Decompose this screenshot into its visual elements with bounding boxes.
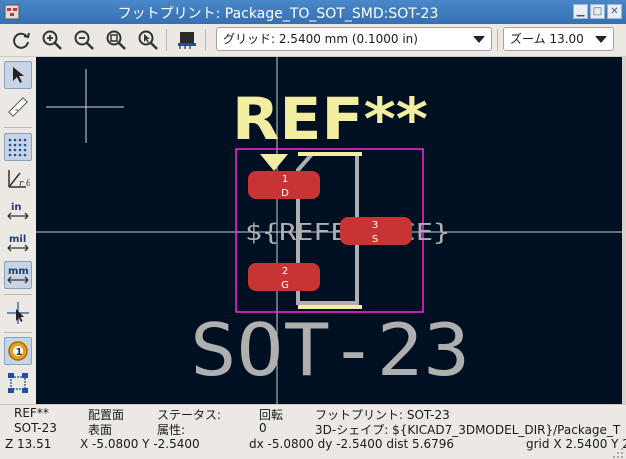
pad-3-net: S [372, 234, 378, 245]
zoom-select[interactable]: ズーム 13.00 [503, 27, 614, 51]
units-inch-icon: in [7, 202, 29, 220]
toolbar-separator [205, 29, 206, 51]
maximize-button[interactable]: □ [590, 4, 605, 19]
redraw-button[interactable] [8, 27, 34, 53]
grid-dots-icon [8, 138, 27, 157]
zoom-selection-button[interactable] [135, 27, 161, 53]
top-toolbar: グリッド: 2.5400 mm (0.1000 in) ズーム 13.00 [0, 24, 626, 57]
grid-toggle-button[interactable] [4, 133, 32, 161]
3d-viewer-icon [178, 32, 196, 49]
zoom-fit-icon [106, 30, 126, 50]
pcb-canvas[interactable]: REF** ${REFERENCE} 1 D 2 G 3 S SOT-23 [36, 57, 622, 404]
svg-text:mm: mm [8, 266, 29, 277]
shape3d-path: 3D-シェイプ: ${KICAD7_3DMODEL_DIR}/Package_T [315, 423, 621, 437]
zoom-selection-icon [138, 30, 158, 50]
svg-text:r θ: r θ [19, 179, 30, 189]
value-text[interactable]: SOT-23 [190, 308, 470, 392]
zoom-out-icon [74, 30, 94, 50]
grid-readout: grid X 2.5400 Y 2 [526, 437, 626, 451]
attributes-label: 属性: [157, 423, 186, 437]
footprint-ref: REF** [14, 406, 49, 420]
pad-sketch-button[interactable] [4, 369, 32, 397]
toolbar-separator [497, 29, 498, 51]
left-toolbar: r θ in mil mm [0, 57, 36, 404]
svg-text:mil: mil [9, 234, 26, 245]
redraw-icon [13, 32, 30, 49]
status-bar: REF** 配置面 ステータス: 回転 フットプリント: SOT-23 SOT-… [0, 404, 626, 459]
window-title: フットプリント: Package_TO_SOT_SMD:SOT-23 [117, 6, 439, 22]
canvas-right-edge [622, 57, 626, 404]
polar-coords-button[interactable]: r θ [4, 165, 32, 193]
pad-1-number: 1 [282, 174, 288, 185]
resize-grip-icon[interactable] [612, 447, 624, 459]
svg-text:in: in [11, 202, 22, 213]
footprint-value: SOT-23 [14, 421, 57, 435]
toolbar-separator [166, 29, 167, 51]
cursor-style-button[interactable] [4, 299, 32, 327]
select-arrow-icon [13, 67, 24, 83]
toolbar-separator [4, 294, 32, 295]
pin1-silkscreen-marker [260, 154, 288, 171]
ref-designator-text[interactable]: REF** [232, 85, 428, 153]
close-button[interactable]: ✕ [607, 4, 622, 19]
units-mm-icon: mm [7, 266, 29, 284]
rotation-value: 0 [259, 421, 267, 435]
cursor-crosshair-icon [7, 302, 29, 324]
pad-1-net: D [281, 188, 289, 199]
minimize-button[interactable]: ▁ [573, 4, 588, 19]
select-tool-button[interactable] [4, 61, 32, 89]
pad-numbers-button[interactable]: 1 [4, 337, 32, 365]
pad-2-net: G [281, 280, 289, 291]
pad-sketch-icon [8, 373, 28, 393]
pad-3-number: 3 [372, 220, 378, 231]
grid-select-value: グリッド: 2.5400 mm (0.1000 in) [223, 32, 418, 46]
zoom-fit-button[interactable] [103, 27, 129, 53]
delta-readout: dx -5.0800 dy -2.5400 dist 5.6796 [249, 437, 455, 451]
units-mil-button[interactable]: mil [4, 229, 32, 257]
measure-ruler-icon [8, 97, 28, 117]
pad-2-number: 2 [282, 266, 288, 277]
units-mm-button[interactable]: mm [4, 261, 32, 289]
svg-text:1: 1 [16, 347, 23, 358]
pad-numbers-icon: 1 [8, 341, 28, 361]
units-mil-icon: mil [7, 234, 29, 252]
units-inch-button[interactable]: in [4, 197, 32, 225]
measure-tool-button[interactable] [4, 93, 32, 121]
grid-select[interactable]: グリッド: 2.5400 mm (0.1000 in) [216, 27, 492, 51]
zoom-in-button[interactable] [39, 27, 65, 53]
toolbar-separator [4, 127, 32, 128]
toolbar-separator [4, 332, 32, 333]
zoom-readout: Z 13.51 [5, 437, 52, 451]
cursor-xy-readout: X -5.0800 Y -2.5400 [80, 437, 200, 451]
zoom-select-value: ズーム 13.00 [510, 32, 584, 46]
title-bar: フットプリント: Package_TO_SOT_SMD:SOT-23 ▁ □ ✕ [0, 0, 626, 24]
chevron-down-icon [473, 36, 485, 43]
3d-viewer-button[interactable] [174, 27, 200, 53]
placement-value: 表面 [88, 423, 113, 437]
zoom-in-icon [42, 30, 62, 50]
zoom-out-button[interactable] [71, 27, 97, 53]
polar-coords-icon: r θ [8, 170, 30, 189]
chevron-down-icon [595, 36, 607, 43]
